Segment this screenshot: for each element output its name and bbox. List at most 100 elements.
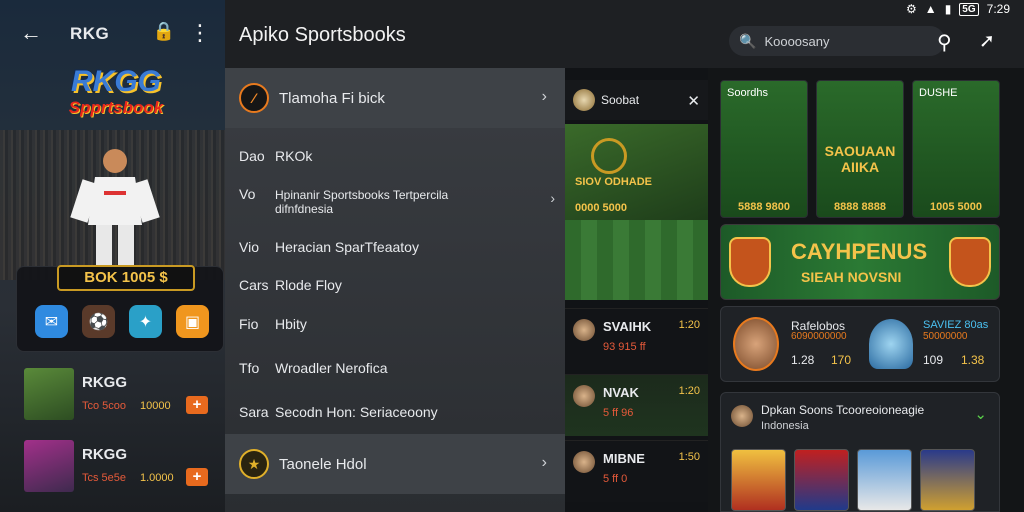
menu-section-bottom[interactable]: ★ Taonele Hdol › — [225, 434, 565, 494]
match-card[interactable]: SVAIHK 1:20 93 915 ff — [565, 308, 708, 370]
promo-subtitle: Indonesia — [761, 420, 809, 432]
game-thumbnail — [24, 440, 74, 492]
clock: 7:29 — [986, 2, 1010, 16]
team-sub: 6090000000 — [791, 331, 847, 342]
banner-title: CAYHPENUS — [791, 239, 928, 264]
game-sub: Tco 5coo — [82, 400, 127, 412]
status-bar: ⚙ ▲ ▮ 5G 7:29 — [906, 0, 1010, 18]
odds-card[interactable]: Rafelobos 6090000000 1.28 170 SAVIEZ 80a… — [720, 306, 1000, 382]
odds-value[interactable]: 1.28 — [791, 353, 814, 367]
match-card[interactable]: NVAK 1:20 5 ff 96 — [565, 374, 708, 436]
match-card[interactable]: MIBNE 1:50 5 ff 0 — [565, 440, 708, 502]
odds-value[interactable]: 109 — [923, 353, 943, 367]
menu-item[interactable]: Tfo Wroadler Nerofica — [239, 360, 559, 376]
item-label: Hbity — [275, 316, 307, 332]
events-header: Soobat ✕ — [565, 80, 708, 120]
team-avatar — [573, 385, 595, 407]
tile-odds: 1005 5000 — [930, 201, 982, 213]
player-avatar — [733, 317, 779, 371]
left-topbar: ← RKG 🔒 ⋮ — [0, 0, 225, 70]
featured-tile[interactable]: SAOUAAN AIIKA 8888 8888 — [816, 80, 904, 218]
item-code: Vio — [239, 239, 259, 255]
player-card[interactable] — [920, 449, 975, 511]
chevron-down-icon[interactable]: ⌄ — [974, 405, 987, 423]
logo-line1: RKGG — [71, 65, 161, 98]
avatar — [731, 405, 753, 427]
close-icon[interactable]: ✕ — [687, 92, 700, 110]
shield-icon — [729, 237, 771, 287]
team-name: SVAIHK — [603, 319, 652, 334]
lock-icon[interactable]: 🔒 — [153, 22, 175, 40]
event-banner[interactable]: SIOV ODHADE 0000 5000 — [565, 124, 708, 220]
bonus-card[interactable]: BOK 1005 $ ✉ ⚽ ✦ ▣ — [16, 265, 224, 352]
list-item[interactable]: RKGG Tco 5coo 10000 + — [24, 368, 220, 424]
menu-item[interactable]: Vio Heracian SparTfeaatoy — [239, 239, 559, 255]
user-icon[interactable]: ➚ — [979, 30, 995, 53]
menu-item[interactable]: Cars Rlode Floy — [239, 277, 559, 293]
item-label: Heracian SparTfeaatoy — [275, 239, 419, 255]
search-input[interactable] — [764, 33, 915, 49]
odds-value[interactable]: 1.38 — [961, 353, 984, 367]
item-code: Cars — [239, 277, 269, 293]
menu-item[interactable]: Vo Hpinanir Sportsbooks Tertpercila difnf… — [239, 186, 559, 216]
ticket-app-icon[interactable]: ▣ — [176, 305, 209, 338]
app-shortcuts: ✉ ⚽ ✦ ▣ — [35, 305, 209, 338]
chevron-right-icon: › — [541, 88, 547, 105]
player-cards — [731, 449, 975, 511]
player-app-icon[interactable]: ⚽ — [82, 305, 115, 338]
brand-logo: RKGG Spprtsbook — [48, 66, 184, 126]
list-item[interactable]: RKGG Tcs 5e5e 1.0000 + — [24, 440, 220, 496]
back-arrow-icon[interactable]: ← — [20, 22, 42, 44]
player-card[interactable] — [857, 449, 912, 511]
match-odds: 1:20 — [678, 385, 700, 397]
section-label: Tlamoha Fi bick — [279, 89, 385, 107]
item-code: Sara — [239, 404, 269, 420]
game-value: 10000 — [140, 400, 171, 412]
item-code: Fio — [239, 316, 259, 332]
more-vertical-icon[interactable]: ⋮ — [189, 22, 211, 44]
promo-sidebar: ← RKG 🔒 ⋮ RKGG Spprtsbook BOK 1005 $ ✉ ⚽… — [0, 0, 225, 512]
item-label: RKOk — [275, 148, 313, 164]
match-odds: 1:50 — [678, 451, 700, 463]
logo-line2: Spprtsbook — [68, 98, 164, 117]
promotions-panel: Dpkan Soons Tcooreoioneagie Indonesia ⌄ — [720, 392, 1000, 512]
events-column: Soobat ✕ SIOV ODHADE 0000 5000 SVAIHK 1:… — [565, 68, 708, 512]
football-icon — [573, 89, 595, 111]
tile-headline: SAOUAAN AIIKA — [824, 143, 896, 175]
banner-subtitle: SIEAH NOVSNI — [801, 269, 902, 285]
add-button[interactable]: + — [186, 468, 208, 486]
player-image — [70, 149, 160, 275]
item-label: Secodn Hon: Seriaceoony — [275, 404, 438, 420]
sports-menu: ⁄ Tlamoha Fi bick › Dao RKOk Vo Hpinanir S… — [225, 68, 565, 512]
app-header: Apiko Sportsbooks 🔍 ⚲ ➚ — [225, 0, 1024, 68]
player-card[interactable] — [731, 449, 786, 511]
menu-item[interactable]: Sara Secodn Hon: Seriaceoony — [239, 404, 559, 420]
pitch-image — [565, 220, 708, 300]
player-card[interactable] — [794, 449, 849, 511]
app-title: Apiko Sportsbooks — [239, 24, 406, 46]
chevron-right-icon: › — [550, 190, 555, 206]
item-label: Rlode Floy — [275, 277, 342, 293]
menu-item[interactable]: Fio Hbity — [239, 316, 559, 332]
menu-item[interactable]: Dao RKOk — [239, 148, 559, 164]
medal-icon — [591, 138, 627, 174]
menu-section-top[interactable]: ⁄ Tlamoha Fi bick › — [225, 68, 565, 128]
team-name: NVAK — [603, 385, 639, 400]
trophy-icon — [869, 319, 913, 369]
events-title: Soobat — [601, 93, 640, 107]
match-odds: 1:20 — [678, 319, 700, 331]
team-sub: 50000000 — [923, 331, 968, 342]
chat-app-icon[interactable]: ✉ — [35, 305, 68, 338]
wifi-icon: ▲ — [924, 2, 937, 16]
odds-value[interactable]: 170 — [831, 353, 851, 367]
add-button[interactable]: + — [186, 396, 208, 414]
sports-app-icon[interactable]: ✦ — [129, 305, 162, 338]
sportsbook-app: Apiko Sportsbooks 🔍 ⚲ ➚ ⚙ ▲ ▮ 5G 7:29 ⁄ … — [225, 0, 1024, 512]
featured-tile[interactable]: Soordhs 5888 9800 — [720, 80, 808, 218]
tile-title: Soordhs — [727, 87, 768, 99]
search-bar[interactable]: 🔍 — [729, 26, 945, 56]
championship-banner[interactable]: CAYHPENUS SIEAH NOVSNI — [720, 224, 1000, 300]
featured-tile[interactable]: DUSHE 1005 5000 — [912, 80, 1000, 218]
search-icon[interactable]: ⚲ — [937, 30, 952, 55]
game-value: 1.0000 — [140, 472, 174, 484]
